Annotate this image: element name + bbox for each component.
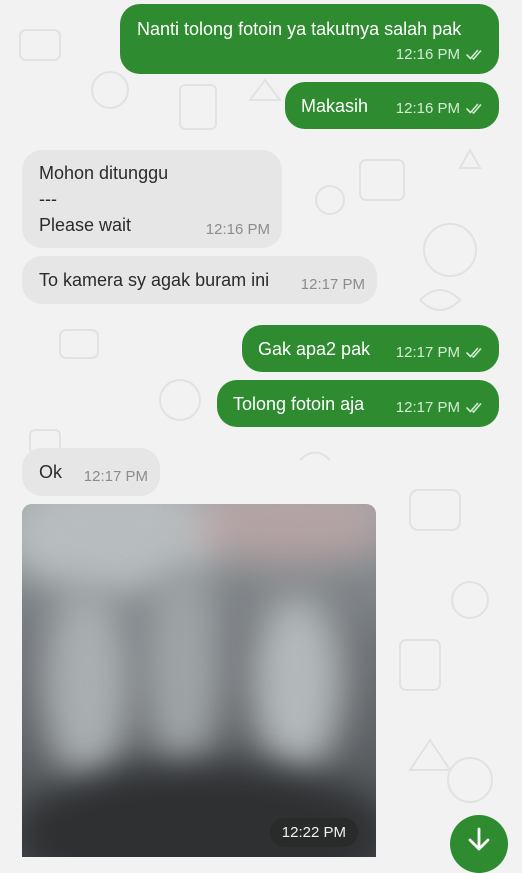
message-text: Nanti tolong fotoin ya takutnya salah pa… xyxy=(137,19,462,39)
photo-content xyxy=(142,564,222,774)
message-meta: 12:16 PM xyxy=(396,46,485,65)
photo-content xyxy=(192,504,376,564)
incoming-message[interactable]: Mohon ditunggu --- Please wait 12:16 PM xyxy=(22,150,282,248)
message-text: To kamera sy agak buram ini xyxy=(39,270,270,290)
double-check-icon xyxy=(466,103,485,115)
message-time: 12:16 PM xyxy=(395,46,460,63)
outgoing-message[interactable]: Makasih 12:16 PM xyxy=(285,82,499,129)
double-check-icon xyxy=(466,49,485,61)
message-time: 12:17 PM xyxy=(395,344,460,361)
chat-area[interactable]: Nanti tolong fotoin ya takutnya salah pa… xyxy=(0,0,522,873)
message-time: 12:16 PM xyxy=(395,100,460,117)
incoming-photo-message[interactable]: 12:22 PM xyxy=(22,504,376,857)
message-text: Mohon ditunggu --- Please wait xyxy=(39,163,169,235)
scroll-to-bottom-button[interactable] xyxy=(450,815,508,873)
outgoing-message[interactable]: Gak apa2 pak 12:17 PM xyxy=(242,325,499,372)
arrow-down-icon xyxy=(467,827,491,858)
message-meta: 12:16 PM xyxy=(396,100,485,119)
message-time: 12:17 PM xyxy=(300,276,365,293)
outgoing-message[interactable]: Nanti tolong fotoin ya takutnya salah pa… xyxy=(120,4,499,74)
outgoing-message[interactable]: Tolong fotoin aja 12:17 PM xyxy=(217,380,499,427)
message-time: 12:22 PM xyxy=(269,818,358,847)
message-time: 12:17 PM xyxy=(83,468,148,485)
message-time: 12:17 PM xyxy=(395,399,460,416)
photo-content xyxy=(252,594,342,774)
message-meta: 12:17 PM xyxy=(301,276,365,295)
message-meta: 12:17 PM xyxy=(84,468,148,487)
incoming-message[interactable]: To kamera sy agak buram ini 12:17 PM xyxy=(22,256,377,304)
photo-content xyxy=(42,584,132,784)
message-time: 12:16 PM xyxy=(205,221,270,238)
message-meta: 12:17 PM xyxy=(396,399,485,418)
message-meta: 12:16 PM xyxy=(206,221,270,240)
message-text: Makasih xyxy=(301,96,369,116)
message-text: Tolong fotoin aja xyxy=(233,394,365,414)
message-text: Gak apa2 pak xyxy=(258,339,371,359)
double-check-icon xyxy=(466,347,485,359)
double-check-icon xyxy=(466,402,485,414)
incoming-message[interactable]: Ok 12:17 PM xyxy=(22,448,160,496)
message-meta: 12:17 PM xyxy=(396,344,485,363)
message-text: Ok xyxy=(39,462,63,482)
